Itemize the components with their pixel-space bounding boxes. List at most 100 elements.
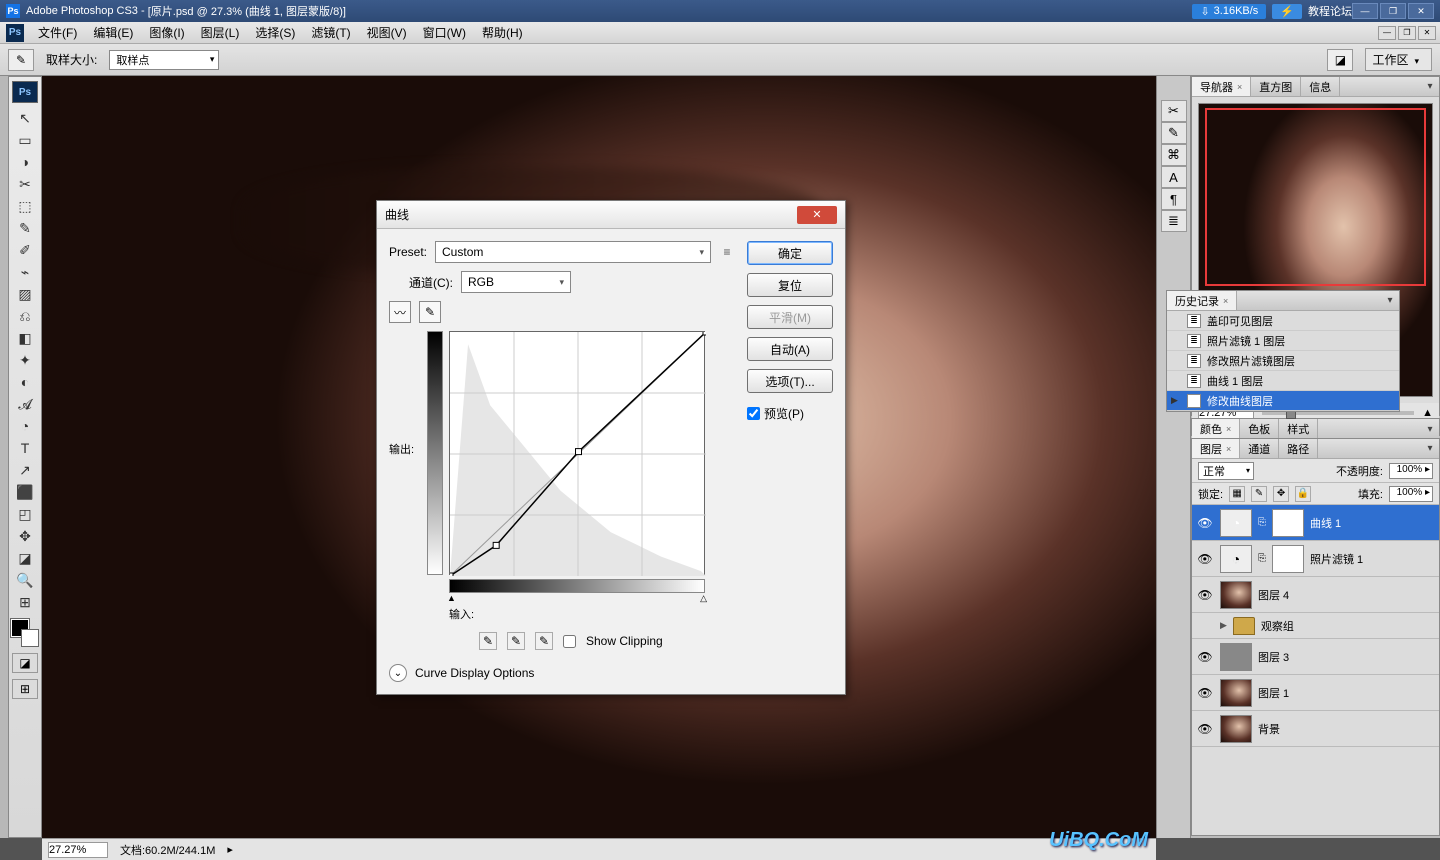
layer-mask-thumb[interactable]: [1272, 545, 1304, 573]
tool-button[interactable]: T: [12, 437, 38, 459]
minimize-button[interactable]: —: [1352, 3, 1378, 19]
tab-layers[interactable]: 图层×: [1192, 439, 1240, 458]
white-point-eyedropper[interactable]: ✎: [535, 632, 553, 650]
reset-button[interactable]: 复位: [747, 273, 833, 297]
dock-button[interactable]: ✂: [1161, 100, 1187, 122]
status-menu-icon[interactable]: ▸: [227, 843, 233, 856]
lock-transparent-icon[interactable]: ▦: [1229, 486, 1245, 502]
black-point-eyedropper[interactable]: ✎: [479, 632, 497, 650]
background-swatch[interactable]: [21, 629, 39, 647]
smooth-button[interactable]: 平滑(M): [747, 305, 833, 329]
visibility-toggle[interactable]: 👁: [1196, 516, 1214, 530]
dock-button[interactable]: ¶: [1161, 188, 1187, 210]
pencil-mode-button[interactable]: ✎: [419, 301, 441, 323]
panel-menu-icon[interactable]: ▾: [1421, 81, 1439, 92]
tool-button[interactable]: ✐: [12, 239, 38, 261]
tool-button[interactable]: ✥: [12, 525, 38, 547]
close-button[interactable]: ✕: [1408, 3, 1434, 19]
tool-button[interactable]: ◰: [12, 503, 38, 525]
visibility-toggle[interactable]: 👁: [1196, 686, 1214, 700]
lock-all-icon[interactable]: 🔒: [1295, 486, 1311, 502]
layer-row[interactable]: 👁图层 1: [1192, 675, 1439, 711]
tab-styles[interactable]: 样式: [1279, 419, 1318, 439]
layer-mask-thumb[interactable]: [1272, 509, 1304, 537]
tool-button[interactable]: ✂: [12, 173, 38, 195]
doc-restore-button[interactable]: ❐: [1398, 26, 1416, 40]
tool-button[interactable]: ◪: [12, 547, 38, 569]
tool-button[interactable]: ◐: [12, 371, 38, 393]
tab-swatches[interactable]: 色板: [1240, 419, 1279, 439]
lock-pixels-icon[interactable]: ✎: [1251, 486, 1267, 502]
dialog-close-button[interactable]: ✕: [797, 206, 837, 224]
channel-select[interactable]: RGB: [461, 271, 571, 293]
layer-row[interactable]: 👁◔⎘照片滤镜 1: [1192, 541, 1439, 577]
dock-button[interactable]: ✎: [1161, 122, 1187, 144]
curve-mode-button[interactable]: 〰: [389, 301, 411, 323]
preview-checkbox[interactable]: [747, 407, 760, 420]
auto-button[interactable]: 自动(A): [747, 337, 833, 361]
layer-row[interactable]: 👁背景: [1192, 711, 1439, 747]
menu-item[interactable]: 图层(L): [193, 22, 248, 43]
workspace-button[interactable]: 工作区: [1365, 48, 1432, 71]
panel-menu-icon[interactable]: ▾: [1421, 424, 1439, 435]
tab-navigator[interactable]: 导航器×: [1192, 77, 1251, 96]
color-swatches[interactable]: [11, 619, 39, 647]
screen-mode-button[interactable]: ⊞: [12, 679, 38, 699]
fill-input[interactable]: 100% ▸: [1389, 486, 1433, 502]
gray-point-eyedropper[interactable]: ✎: [507, 632, 525, 650]
tab-channels[interactable]: 通道: [1240, 439, 1279, 458]
curve-graph[interactable]: [449, 331, 705, 575]
quick-mask-button[interactable]: ◪: [12, 653, 38, 673]
lock-position-icon[interactable]: ✥: [1273, 486, 1289, 502]
menu-item[interactable]: 窗口(W): [415, 22, 474, 43]
menu-item[interactable]: 滤镜(T): [303, 22, 358, 43]
view-config-icon[interactable]: ◪: [1327, 49, 1353, 71]
menu-item[interactable]: 图像(I): [141, 22, 192, 43]
tool-button[interactable]: ✦: [12, 349, 38, 371]
visibility-toggle[interactable]: 👁: [1196, 552, 1214, 566]
blend-mode-select[interactable]: 正常: [1198, 462, 1254, 480]
tool-button[interactable]: ▨: [12, 283, 38, 305]
tool-button[interactable]: 𝓐: [12, 393, 38, 415]
tool-button[interactable]: 🔍: [12, 569, 38, 591]
options-button[interactable]: 选项(T)...: [747, 369, 833, 393]
tab-histogram[interactable]: 直方图: [1251, 77, 1301, 96]
layer-row[interactable]: 👁◔⎘曲线 1: [1192, 505, 1439, 541]
visibility-toggle[interactable]: 👁: [1196, 588, 1214, 602]
doc-minimize-button[interactable]: —: [1378, 26, 1396, 40]
dialog-titlebar[interactable]: 曲线 ✕: [377, 201, 845, 229]
preset-menu-icon[interactable]: ≡: [719, 245, 735, 259]
tool-button[interactable]: ⬚: [12, 195, 38, 217]
tab-paths[interactable]: 路径: [1279, 439, 1318, 458]
visibility-toggle[interactable]: 👁: [1196, 650, 1214, 664]
preset-select[interactable]: Custom: [435, 241, 711, 263]
maximize-button[interactable]: ❐: [1380, 3, 1406, 19]
show-clipping-checkbox[interactable]: [563, 635, 576, 648]
doc-close-button[interactable]: ✕: [1418, 26, 1436, 40]
history-item[interactable]: ▶≣修改曲线图层: [1167, 391, 1399, 411]
layer-row[interactable]: 👁图层 4: [1192, 577, 1439, 613]
tool-button[interactable]: ⎌: [12, 305, 38, 327]
menu-item[interactable]: 文件(F): [30, 22, 85, 43]
tool-button[interactable]: ⊞: [12, 591, 38, 613]
dock-button[interactable]: A: [1161, 166, 1187, 188]
history-item[interactable]: ≣盖印可见图层: [1167, 311, 1399, 331]
menu-item[interactable]: 选择(S): [247, 22, 303, 43]
history-item[interactable]: ≣曲线 1 图层: [1167, 371, 1399, 391]
layer-row[interactable]: ▶观察组: [1192, 613, 1439, 639]
expand-options-button[interactable]: ⌄: [389, 664, 407, 682]
tool-button[interactable]: ✎: [12, 217, 38, 239]
eyedropper-tool-icon[interactable]: ✎: [8, 49, 34, 71]
navigator-viewport-rect[interactable]: [1205, 108, 1426, 286]
dock-button[interactable]: ≣: [1161, 210, 1187, 232]
menu-item[interactable]: 帮助(H): [474, 22, 531, 43]
history-item[interactable]: ≣修改照片滤镜图层: [1167, 351, 1399, 371]
panel-collapse-icon[interactable]: ▾: [1381, 295, 1399, 306]
tool-button[interactable]: ⬛: [12, 481, 38, 503]
layer-row[interactable]: 👁图层 3: [1192, 639, 1439, 675]
dock-button[interactable]: ⌘: [1161, 144, 1187, 166]
tool-button[interactable]: ◧: [12, 327, 38, 349]
history-item[interactable]: ≣照片滤镜 1 图层: [1167, 331, 1399, 351]
menu-item[interactable]: 编辑(E): [85, 22, 141, 43]
ok-button[interactable]: 确定: [747, 241, 833, 265]
